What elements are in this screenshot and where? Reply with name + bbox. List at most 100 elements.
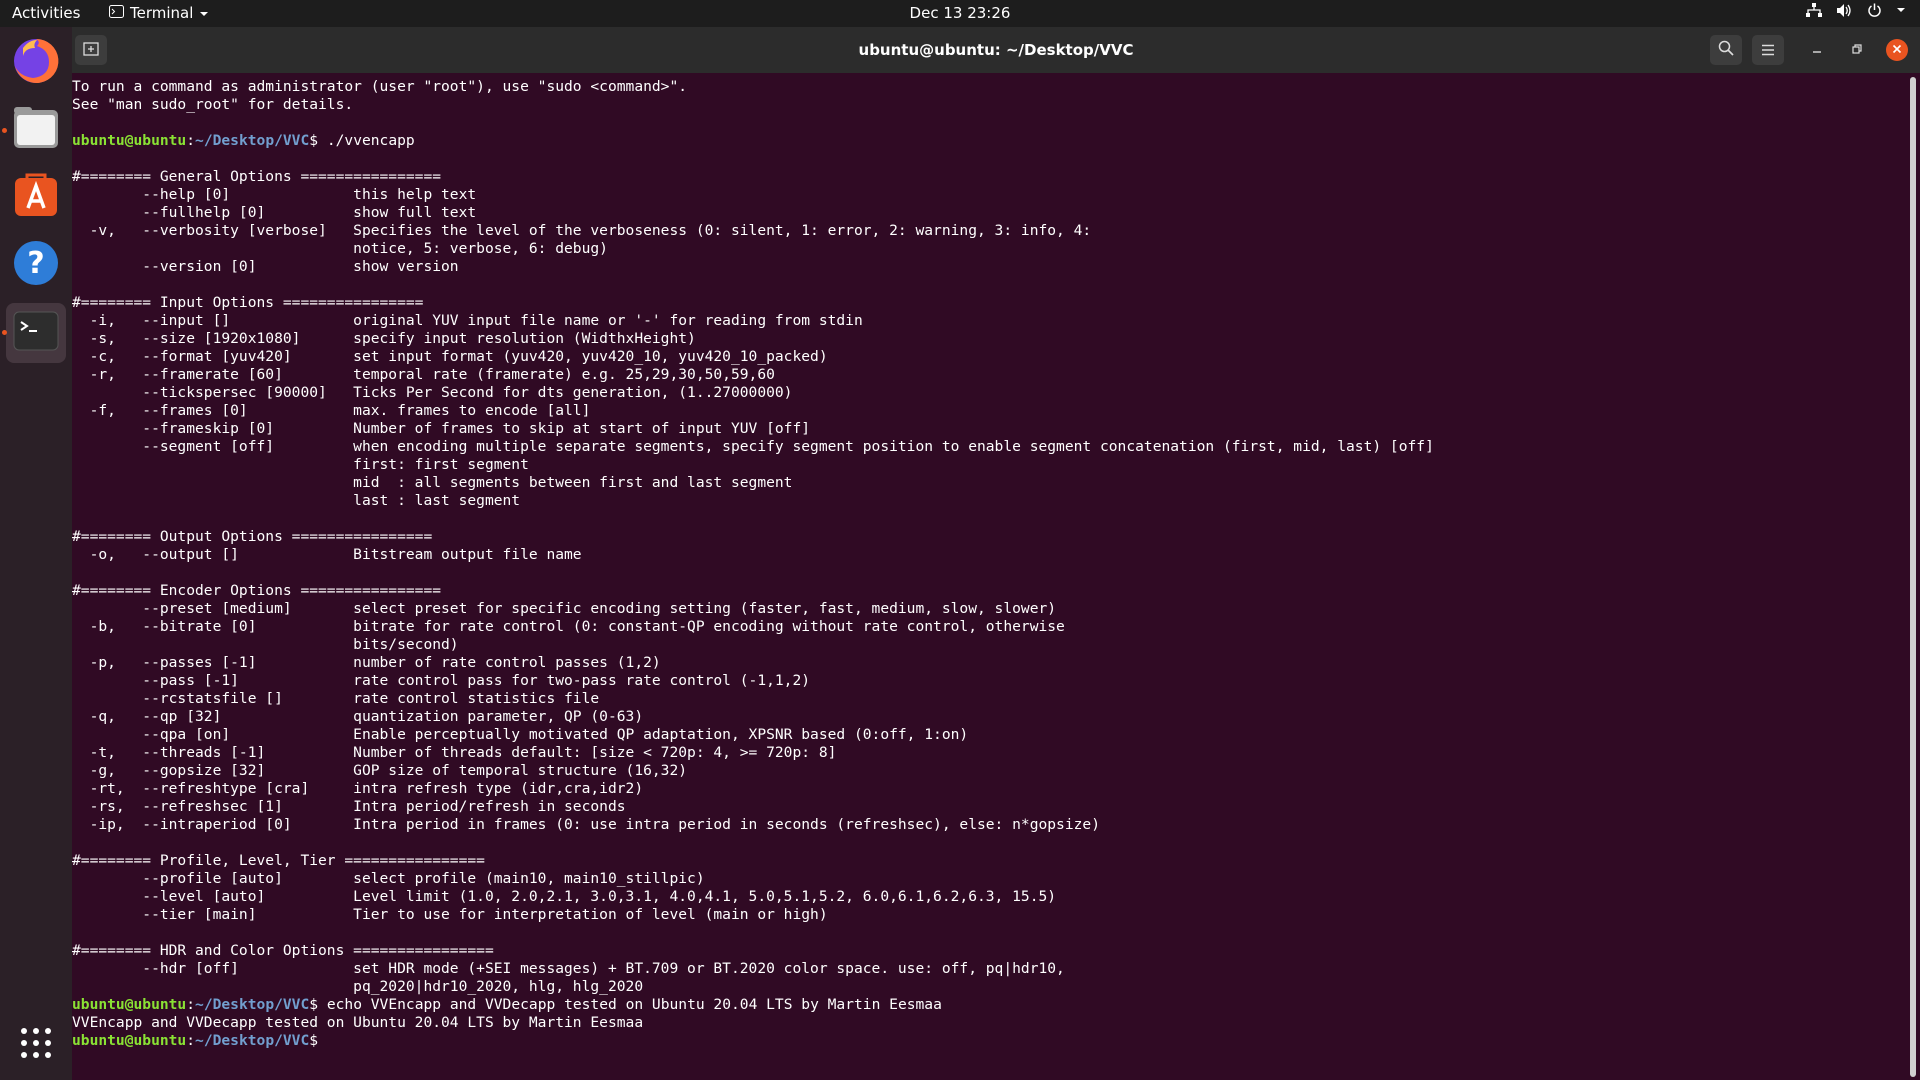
title-bar[interactable]: ubuntu@ubuntu: ~/Desktop/VVC xyxy=(72,27,1920,73)
minimize-icon xyxy=(1812,43,1822,58)
output-line: --tickspersec [90000] Ticks Per Second f… xyxy=(72,384,793,401)
output-line: --version [0] show version xyxy=(72,258,459,275)
output-line: --rcstatsfile [] rate control statistics… xyxy=(72,690,600,707)
power-icon[interactable] xyxy=(1867,3,1882,18)
output-line: first: first segment xyxy=(72,456,529,473)
output-line: -r, --framerate [60] temporal rate (fram… xyxy=(72,366,775,383)
prompt-path: ~/Desktop/VVC xyxy=(195,132,310,149)
close-button[interactable] xyxy=(1886,39,1908,61)
output-line: -q, --qp [32] quantization parameter, QP… xyxy=(72,708,644,725)
help-icon: ? xyxy=(13,240,59,290)
network-icon[interactable] xyxy=(1806,3,1822,18)
output-line: -rt, --refreshtype [cra] intra refresh t… xyxy=(72,780,644,797)
menu-button[interactable] xyxy=(1752,35,1784,65)
prompt-user: ubuntu@ubuntu xyxy=(72,996,187,1013)
prompt-colon: : xyxy=(186,1032,196,1049)
command-text: $ ./vvencapp xyxy=(309,132,415,149)
output-line: -i, --input [] original YUV input file n… xyxy=(72,312,863,329)
output-line: mid : all segments between first and las… xyxy=(72,474,793,491)
search-button[interactable] xyxy=(1710,35,1742,65)
output-line: See "man sudo_root" for details. xyxy=(72,96,354,113)
output-line: -c, --format [yuv420] set input format (… xyxy=(72,348,828,365)
grid-icon xyxy=(20,1027,52,1063)
prompt-colon: : xyxy=(186,132,196,149)
show-applications-button[interactable] xyxy=(6,1015,66,1075)
top-bar: Activities Terminal Dec 13 23:26 xyxy=(0,0,1920,27)
new-tab-button[interactable] xyxy=(75,35,107,65)
command-text: $ echo VVEncapp and VVDecapp tested on U… xyxy=(309,996,942,1013)
ubuntu-software-icon xyxy=(13,172,59,222)
prompt-line: ubuntu@ubuntu:~/Desktop/VVC$ ./vvencapp xyxy=(72,132,1902,150)
prompt-user: ubuntu@ubuntu xyxy=(72,132,187,149)
output-line: #======== Output Options ===============… xyxy=(72,528,433,545)
dock-item-ubuntu-software[interactable] xyxy=(6,167,66,227)
output-line: --fullhelp [0] show full text xyxy=(72,204,477,221)
output-line: --qpa [on] Enable perceptually motivated… xyxy=(72,726,969,743)
terminal-output[interactable]: To run a command as administrator (user … xyxy=(72,73,1902,1050)
dock-item-firefox[interactable] xyxy=(6,33,66,93)
output-line: -t, --threads [-1] Number of threads def… xyxy=(72,744,837,761)
firefox-icon xyxy=(11,36,61,90)
output-line: -rs, --refreshsec [1] Intra period/refre… xyxy=(72,798,626,815)
prompt-colon: : xyxy=(186,996,196,1013)
output-line: --tier [main] Tier to use for interpreta… xyxy=(72,906,828,923)
output-line: --hdr [off] set HDR mode (+SEI messages)… xyxy=(72,960,1065,977)
output-line: -ip, --intraperiod [0] Intra period in f… xyxy=(72,816,1100,833)
new-tab-icon xyxy=(83,40,99,60)
output-line: -v, --verbosity [verbose] Specifies the … xyxy=(72,222,1092,239)
output-line: -f, --frames [0] max. frames to encode [… xyxy=(72,402,591,419)
output-line: pq_2020|hdr10_2020, hlg, hlg_2020 xyxy=(72,978,644,995)
app-menu[interactable]: Terminal xyxy=(109,4,209,22)
window-title: ubuntu@ubuntu: ~/Desktop/VVC xyxy=(858,41,1134,59)
dock-item-files[interactable] xyxy=(6,100,66,160)
output-line: #======== Encoder Options ==============… xyxy=(72,582,442,599)
prompt-user: ubuntu@ubuntu xyxy=(72,1032,187,1049)
terminal-content[interactable]: To run a command as administrator (user … xyxy=(72,73,1920,1080)
output-line: last : last segment xyxy=(72,492,521,509)
clock[interactable]: Dec 13 23:26 xyxy=(910,4,1011,22)
output-line: #======== General Options ==============… xyxy=(72,168,442,185)
prompt-path: ~/Desktop/VVC xyxy=(195,996,310,1013)
output-line: --segment [off] when encoding multiple s… xyxy=(72,438,1434,455)
output-line: --pass [-1] rate control pass for two-pa… xyxy=(72,672,811,689)
minimize-button[interactable] xyxy=(1806,39,1828,61)
files-icon xyxy=(13,106,59,154)
output-line: #======== Profile, Level, Tier =========… xyxy=(72,852,485,869)
output-line: --help [0] this help text xyxy=(72,186,477,203)
scrollbar[interactable] xyxy=(1910,77,1916,1077)
output-line: --profile [auto] select profile (main10,… xyxy=(72,870,705,887)
running-indicator xyxy=(2,330,7,335)
output-line: --frameskip [0] Number of frames to skip… xyxy=(72,420,811,437)
dock-item-help[interactable]: ? xyxy=(6,235,66,295)
output-line: -p, --passes [-1] number of rate control… xyxy=(72,654,661,671)
search-icon xyxy=(1718,40,1734,60)
system-tray[interactable] xyxy=(1806,3,1906,18)
restore-icon xyxy=(1852,43,1862,58)
output-line: --level [auto] Level limit (1.0, 2.0,2.1… xyxy=(72,888,1057,905)
svg-text:?: ? xyxy=(27,246,44,281)
dock-item-terminal[interactable] xyxy=(6,303,66,363)
output-line: #======== Input Options ================ xyxy=(72,294,424,311)
output-line: -g, --gopsize [32] GOP size of temporal … xyxy=(72,762,688,779)
terminal-window: ubuntu@ubuntu: ~/Desktop/VVC To run a co… xyxy=(72,27,1920,1080)
chevron-down-icon xyxy=(199,4,209,22)
app-menu-label: Terminal xyxy=(130,4,194,22)
activities-button[interactable]: Activities xyxy=(12,4,80,22)
dock: ? xyxy=(0,27,72,1080)
output-line: --preset [medium] select preset for spec… xyxy=(72,600,1057,617)
output-line: #======== HDR and Color Options ========… xyxy=(72,942,494,959)
output-line: -s, --size [1920x1080] specify input res… xyxy=(72,330,696,347)
maximize-button[interactable] xyxy=(1846,39,1868,61)
output-line: bits/second) xyxy=(72,636,459,653)
chevron-down-icon[interactable] xyxy=(1896,7,1906,14)
prompt-line: ubuntu@ubuntu:~/Desktop/VVC$ xyxy=(72,1032,1902,1050)
volume-icon[interactable] xyxy=(1836,3,1853,18)
output-line: VVEncapp and VVDecapp tested on Ubuntu 2… xyxy=(72,1014,644,1031)
